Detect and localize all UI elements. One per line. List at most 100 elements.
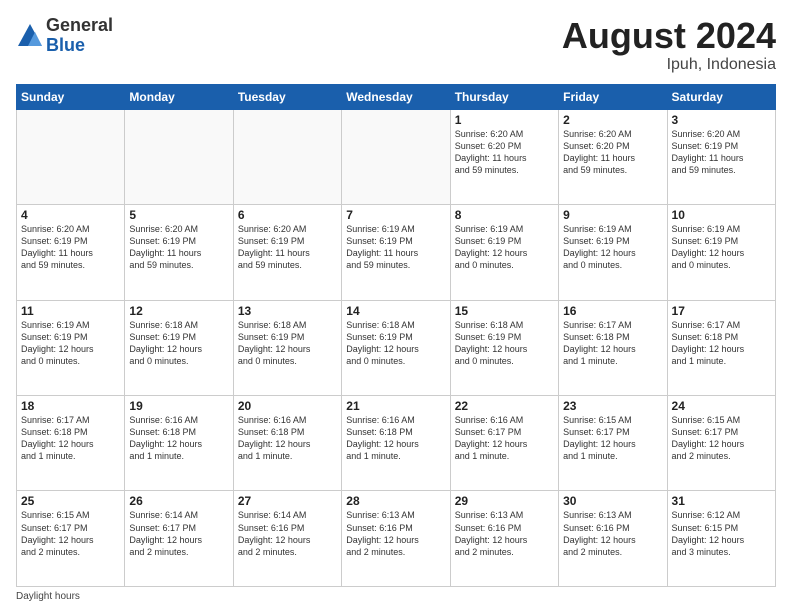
table-row: 5Sunrise: 6:20 AM Sunset: 6:19 PM Daylig… [125, 205, 233, 300]
logo-general-text: General [46, 16, 113, 36]
table-row: 27Sunrise: 6:14 AM Sunset: 6:16 PM Dayli… [233, 491, 341, 587]
day-number: 23 [563, 399, 662, 413]
table-row: 10Sunrise: 6:19 AM Sunset: 6:19 PM Dayli… [667, 205, 775, 300]
day-number: 25 [21, 494, 120, 508]
table-row: 17Sunrise: 6:17 AM Sunset: 6:18 PM Dayli… [667, 300, 775, 395]
table-row [233, 109, 341, 204]
day-number: 19 [129, 399, 228, 413]
calendar-week-row: 4Sunrise: 6:20 AM Sunset: 6:19 PM Daylig… [17, 205, 776, 300]
day-number: 26 [129, 494, 228, 508]
table-row: 19Sunrise: 6:16 AM Sunset: 6:18 PM Dayli… [125, 396, 233, 491]
table-row: 4Sunrise: 6:20 AM Sunset: 6:19 PM Daylig… [17, 205, 125, 300]
col-thursday: Thursday [450, 84, 558, 109]
day-number: 2 [563, 113, 662, 127]
page: General Blue August 2024 Ipuh, Indonesia… [0, 0, 792, 612]
table-row: 29Sunrise: 6:13 AM Sunset: 6:16 PM Dayli… [450, 491, 558, 587]
footer-note: Daylight hours [16, 591, 776, 602]
table-row: 11Sunrise: 6:19 AM Sunset: 6:19 PM Dayli… [17, 300, 125, 395]
table-row: 9Sunrise: 6:19 AM Sunset: 6:19 PM Daylig… [559, 205, 667, 300]
day-info: Sunrise: 6:20 AM Sunset: 6:19 PM Dayligh… [672, 128, 771, 177]
day-info: Sunrise: 6:18 AM Sunset: 6:19 PM Dayligh… [238, 319, 337, 368]
logo-text: General Blue [46, 16, 113, 56]
day-info: Sunrise: 6:15 AM Sunset: 6:17 PM Dayligh… [21, 509, 120, 558]
day-info: Sunrise: 6:20 AM Sunset: 6:19 PM Dayligh… [21, 223, 120, 272]
day-info: Sunrise: 6:14 AM Sunset: 6:17 PM Dayligh… [129, 509, 228, 558]
day-info: Sunrise: 6:19 AM Sunset: 6:19 PM Dayligh… [346, 223, 445, 272]
day-number: 6 [238, 208, 337, 222]
day-number: 31 [672, 494, 771, 508]
day-number: 28 [346, 494, 445, 508]
table-row [342, 109, 450, 204]
table-row: 2Sunrise: 6:20 AM Sunset: 6:20 PM Daylig… [559, 109, 667, 204]
calendar-week-row: 11Sunrise: 6:19 AM Sunset: 6:19 PM Dayli… [17, 300, 776, 395]
table-row: 31Sunrise: 6:12 AM Sunset: 6:15 PM Dayli… [667, 491, 775, 587]
calendar-location: Ipuh, Indonesia [562, 56, 776, 74]
day-number: 22 [455, 399, 554, 413]
day-number: 29 [455, 494, 554, 508]
day-number: 13 [238, 304, 337, 318]
day-info: Sunrise: 6:16 AM Sunset: 6:18 PM Dayligh… [129, 414, 228, 463]
day-number: 4 [21, 208, 120, 222]
table-row [125, 109, 233, 204]
calendar-header-row: Sunday Monday Tuesday Wednesday Thursday… [17, 84, 776, 109]
table-row: 24Sunrise: 6:15 AM Sunset: 6:17 PM Dayli… [667, 396, 775, 491]
table-row: 12Sunrise: 6:18 AM Sunset: 6:19 PM Dayli… [125, 300, 233, 395]
day-info: Sunrise: 6:20 AM Sunset: 6:20 PM Dayligh… [563, 128, 662, 177]
title-area: August 2024 Ipuh, Indonesia [562, 16, 776, 74]
day-info: Sunrise: 6:16 AM Sunset: 6:17 PM Dayligh… [455, 414, 554, 463]
day-info: Sunrise: 6:13 AM Sunset: 6:16 PM Dayligh… [563, 509, 662, 558]
day-number: 16 [563, 304, 662, 318]
table-row [17, 109, 125, 204]
table-row: 15Sunrise: 6:18 AM Sunset: 6:19 PM Dayli… [450, 300, 558, 395]
table-row: 3Sunrise: 6:20 AM Sunset: 6:19 PM Daylig… [667, 109, 775, 204]
col-wednesday: Wednesday [342, 84, 450, 109]
day-number: 10 [672, 208, 771, 222]
col-monday: Monday [125, 84, 233, 109]
table-row: 18Sunrise: 6:17 AM Sunset: 6:18 PM Dayli… [17, 396, 125, 491]
logo-icon [16, 22, 44, 50]
day-info: Sunrise: 6:13 AM Sunset: 6:16 PM Dayligh… [455, 509, 554, 558]
day-number: 17 [672, 304, 771, 318]
day-info: Sunrise: 6:17 AM Sunset: 6:18 PM Dayligh… [21, 414, 120, 463]
table-row: 26Sunrise: 6:14 AM Sunset: 6:17 PM Dayli… [125, 491, 233, 587]
day-number: 3 [672, 113, 771, 127]
table-row: 13Sunrise: 6:18 AM Sunset: 6:19 PM Dayli… [233, 300, 341, 395]
day-info: Sunrise: 6:19 AM Sunset: 6:19 PM Dayligh… [21, 319, 120, 368]
table-row: 28Sunrise: 6:13 AM Sunset: 6:16 PM Dayli… [342, 491, 450, 587]
table-row: 23Sunrise: 6:15 AM Sunset: 6:17 PM Dayli… [559, 396, 667, 491]
table-row: 21Sunrise: 6:16 AM Sunset: 6:18 PM Dayli… [342, 396, 450, 491]
table-row: 16Sunrise: 6:17 AM Sunset: 6:18 PM Dayli… [559, 300, 667, 395]
day-number: 11 [21, 304, 120, 318]
day-info: Sunrise: 6:18 AM Sunset: 6:19 PM Dayligh… [129, 319, 228, 368]
day-info: Sunrise: 6:17 AM Sunset: 6:18 PM Dayligh… [563, 319, 662, 368]
table-row: 6Sunrise: 6:20 AM Sunset: 6:19 PM Daylig… [233, 205, 341, 300]
table-row: 30Sunrise: 6:13 AM Sunset: 6:16 PM Dayli… [559, 491, 667, 587]
logo: General Blue [16, 16, 113, 56]
calendar-table: Sunday Monday Tuesday Wednesday Thursday… [16, 84, 776, 587]
col-sunday: Sunday [17, 84, 125, 109]
table-row: 20Sunrise: 6:16 AM Sunset: 6:18 PM Dayli… [233, 396, 341, 491]
day-info: Sunrise: 6:19 AM Sunset: 6:19 PM Dayligh… [455, 223, 554, 272]
day-number: 20 [238, 399, 337, 413]
col-friday: Friday [559, 84, 667, 109]
day-number: 5 [129, 208, 228, 222]
day-number: 30 [563, 494, 662, 508]
table-row: 14Sunrise: 6:18 AM Sunset: 6:19 PM Dayli… [342, 300, 450, 395]
day-number: 9 [563, 208, 662, 222]
calendar-week-row: 18Sunrise: 6:17 AM Sunset: 6:18 PM Dayli… [17, 396, 776, 491]
day-number: 8 [455, 208, 554, 222]
day-number: 7 [346, 208, 445, 222]
day-info: Sunrise: 6:15 AM Sunset: 6:17 PM Dayligh… [563, 414, 662, 463]
calendar-title: August 2024 [562, 16, 776, 56]
col-saturday: Saturday [667, 84, 775, 109]
day-info: Sunrise: 6:18 AM Sunset: 6:19 PM Dayligh… [455, 319, 554, 368]
day-number: 21 [346, 399, 445, 413]
day-number: 14 [346, 304, 445, 318]
col-tuesday: Tuesday [233, 84, 341, 109]
day-info: Sunrise: 6:16 AM Sunset: 6:18 PM Dayligh… [238, 414, 337, 463]
day-info: Sunrise: 6:15 AM Sunset: 6:17 PM Dayligh… [672, 414, 771, 463]
table-row: 22Sunrise: 6:16 AM Sunset: 6:17 PM Dayli… [450, 396, 558, 491]
table-row: 7Sunrise: 6:19 AM Sunset: 6:19 PM Daylig… [342, 205, 450, 300]
day-number: 12 [129, 304, 228, 318]
table-row: 8Sunrise: 6:19 AM Sunset: 6:19 PM Daylig… [450, 205, 558, 300]
